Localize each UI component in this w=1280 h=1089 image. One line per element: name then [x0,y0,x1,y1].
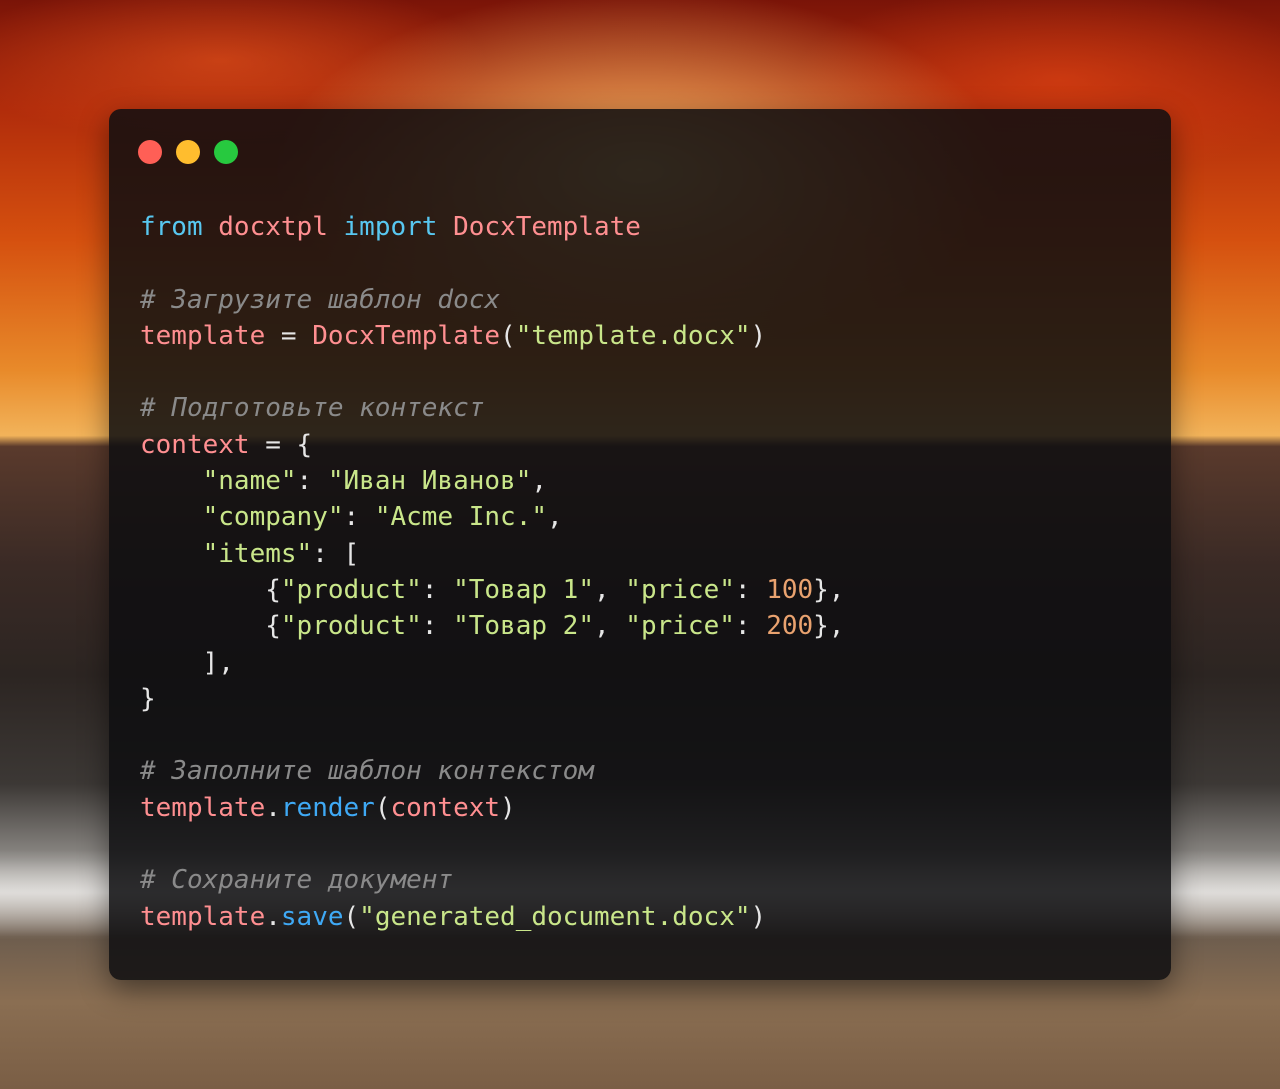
punctuation-token: = [265,320,313,351]
string-token: "generated_document.docx" [359,901,751,932]
identifier-token: context [390,792,501,823]
code-line: "company": "Acme Inc.", [140,499,844,535]
code-line: "items": [ [140,536,844,572]
punctuation-token [140,466,203,496]
string-token: "product" [280,611,422,642]
identifier-token: context [140,429,250,460]
code-line: "name": "Иван Иванов", [140,463,844,499]
code-line: template.save("generated_document.docx") [140,899,844,935]
punctuation-token: { [140,611,281,642]
code-line: ], [140,645,844,681]
keyword-token: import [343,212,438,242]
code-window: from docxtpl import DocxTemplate # Загруз… [109,109,1171,980]
punctuation-token: : [734,574,767,605]
method-token: save [280,901,344,932]
code-line: # Сохраните документ [140,862,844,898]
punctuation-token: ) [750,901,767,932]
number-token: 100 [766,574,814,605]
string-token: "Товар 2" [453,611,594,642]
code-line: {"product": "Товар 2", "price": 200}, [140,608,844,644]
punctuation-token [140,539,203,569]
punctuation-token: , [593,574,626,605]
string-token: "product" [280,574,422,605]
code-line: from docxtpl import DocxTemplate [140,209,844,245]
punctuation-token [437,212,453,242]
code-line: template.render(context) [140,790,844,826]
string-token: "items" [202,538,313,569]
string-token: "price" [625,574,735,605]
identifier-token: template [140,792,266,823]
maximize-dot[interactable] [214,140,238,164]
identifier-token: DocxTemplate [312,320,501,351]
punctuation-token: : [734,611,767,642]
code-line: } [140,681,844,717]
string-token: "Иван Иванов" [327,466,532,497]
identifier-token: template [140,320,266,351]
code-block: from docxtpl import DocxTemplate # Загруз… [140,209,844,935]
punctuation-token: }, [813,574,845,605]
punctuation-token [328,212,344,242]
string-token: "template.docx" [515,320,751,351]
string-token: "name" [202,466,297,497]
punctuation-token [140,502,203,532]
comment-token: # Загрузите шаблон docx [140,284,501,315]
punctuation-token: , [531,466,548,497]
punctuation-token: = { [249,429,313,460]
punctuation-token: , [593,611,626,642]
string-token: "company" [202,502,344,533]
comment-token: # Заполните шаблон контекстом [140,756,594,787]
punctuation-token: : [ [312,538,360,569]
string-token: "Acme Inc." [374,502,548,533]
identifier-token: docxtpl [218,212,328,242]
punctuation-token: ( [374,792,391,823]
keyword-token: from [140,212,203,242]
comment-token: # Сохраните документ [140,865,454,896]
punctuation-token: ) [750,320,767,351]
punctuation-token: : [343,502,375,533]
punctuation-token [203,212,219,242]
code-line: template = DocxTemplate("template.docx") [140,318,844,354]
punctuation-token: } [140,683,156,714]
punctuation-token: : [421,611,454,642]
identifier-token: template [140,901,266,932]
identifier-token: DocxTemplate [453,212,641,242]
punctuation-token: ( [343,901,360,932]
punctuation-token: ) [500,792,516,823]
comment-token: # Подготовьте контекст [140,393,485,424]
punctuation-token: , [547,502,563,533]
punctuation-token: ], [140,647,234,678]
window-controls [138,140,238,164]
string-token: "price" [625,611,735,642]
code-line: # Заполните шаблон контекстом [140,753,844,789]
punctuation-token: : [296,466,328,497]
punctuation-token: . [265,901,281,932]
punctuation-token: : [421,574,454,605]
code-line: {"product": "Товар 1", "price": 100}, [140,572,844,608]
code-line: context = { [140,427,844,463]
method-token: render [280,792,375,823]
code-line: # Подготовьте контекст [140,390,844,426]
minimize-dot[interactable] [176,140,200,164]
string-token: "Товар 1" [453,574,594,605]
number-token: 200 [766,611,814,642]
punctuation-token: }, [813,611,845,642]
punctuation-token: . [265,792,281,823]
punctuation-token: ( [500,320,516,351]
code-line: # Загрузите шаблон docx [140,282,844,318]
close-dot[interactable] [138,140,162,164]
punctuation-token: { [140,574,281,605]
